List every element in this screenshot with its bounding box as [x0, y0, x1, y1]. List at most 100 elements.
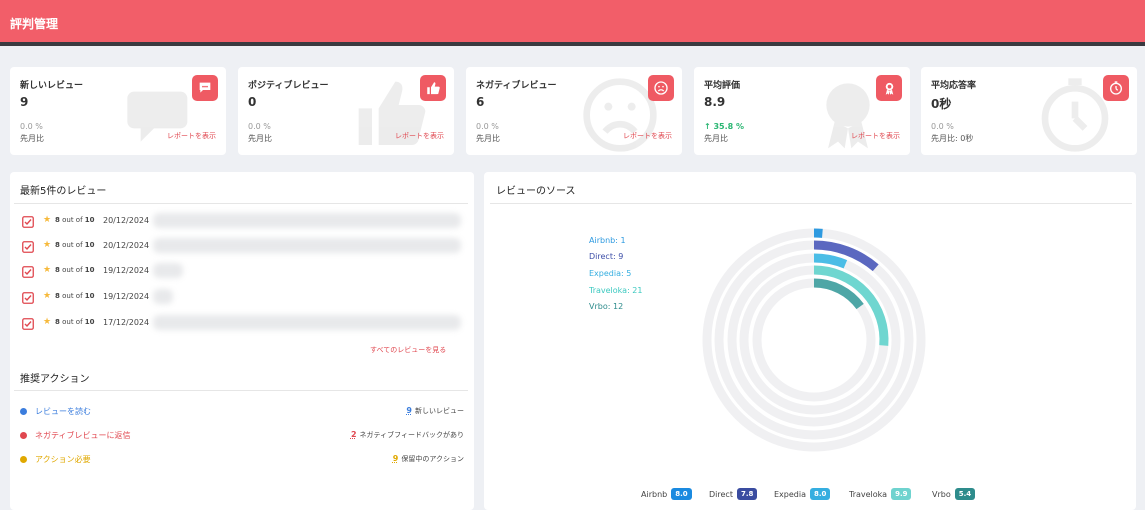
rating-pill: 8.0	[671, 488, 692, 500]
card-percent: 0.0 %	[20, 122, 43, 131]
award-icon-badge	[876, 75, 902, 101]
legend-direct: Direct: 9	[589, 252, 624, 261]
warning-icon	[20, 456, 27, 463]
card-percent: 0.0 %	[476, 122, 499, 131]
review-rating: 8 out of 10	[55, 318, 95, 326]
card-percent: 0.0 %	[248, 122, 271, 131]
sad-face-icon-badge	[648, 75, 674, 101]
review-date: 20/12/2024	[103, 216, 150, 225]
chat-icon	[199, 82, 211, 93]
card-label: 平均評価	[704, 81, 741, 91]
rating-pill: 5.4	[954, 488, 976, 500]
blurred-review-text	[153, 238, 461, 253]
view-report-link[interactable]: レポートを表示	[395, 131, 444, 141]
stat-card-average-rating: 平均評価 8.9 ↑ 35.8 % 先月比 レポートを表示	[694, 67, 910, 155]
review-rating: 8 out of 10	[55, 241, 95, 249]
rating-airbnb: Airbnb 8.0	[641, 488, 692, 500]
action-label: ネガティブレビューに返信	[35, 431, 131, 440]
star-icon: ★	[43, 291, 52, 301]
blurred-review-text	[153, 315, 461, 330]
star-icon: ★	[43, 317, 52, 327]
action-detail: 9 保留中のアクション	[392, 454, 464, 463]
rating-pill: 7.8	[736, 488, 758, 500]
blurred-review-text	[153, 213, 461, 228]
page-title: 評判管理	[10, 17, 59, 31]
card-label: ネガティブレビュー	[476, 81, 557, 91]
rating-expedia: Expedia 8.0	[774, 488, 831, 500]
checkbox-icon	[22, 292, 34, 304]
card-percent: 0.0 %	[931, 122, 954, 131]
action-required[interactable]: アクション必要 9 保留中のアクション	[20, 454, 464, 466]
card-percent-up: ↑ 35.8 %	[704, 122, 745, 131]
card-value: 6	[476, 95, 485, 109]
review-date: 19/12/2024	[103, 292, 150, 301]
award-icon	[885, 82, 893, 95]
star-icon: ★	[43, 215, 52, 225]
card-label: 新しいレビュー	[20, 81, 84, 91]
legend-vrbo: Vrbo: 12	[589, 302, 624, 311]
checkbox-icon	[22, 216, 34, 228]
radial-bar-chart	[702, 228, 926, 452]
action-label: レビューを読む	[35, 407, 91, 416]
legend-traveloka: Traveloka: 21	[589, 286, 643, 295]
action-detail: 2 ネガティブフィードバックがあり	[350, 430, 464, 439]
stat-card-positive-reviews: ポジティブレビュー 0 0.0 % 先月比 レポートを表示	[238, 67, 454, 155]
star-icon: ★	[43, 240, 52, 250]
stat-card-negative-reviews: ネガティブレビュー 6 0.0 % 先月比 レポートを表示	[466, 67, 682, 155]
recent-reviews-title: 最新5件のレビュー	[20, 186, 107, 197]
card-value: 0	[248, 95, 257, 109]
divider	[490, 203, 1132, 204]
view-report-link[interactable]: レポートを表示	[623, 131, 672, 141]
star-icon: ★	[43, 265, 52, 275]
thumbs-up-icon	[426, 81, 440, 94]
card-value: 9	[20, 95, 29, 109]
action-label: アクション必要	[35, 455, 91, 464]
bar-expedia	[813, 253, 848, 269]
rating-pill: 9.9	[891, 488, 912, 500]
review-row[interactable]: ★ 8 out of 10 19/12/2024	[22, 263, 462, 279]
blurred-review-text	[153, 289, 173, 304]
card-value: 0秒	[931, 97, 952, 111]
card-compare: 先月比	[20, 134, 44, 143]
review-row[interactable]: ★ 8 out of 10 20/12/2024	[22, 213, 462, 229]
rating-vrbo: Vrbo 5.4	[932, 488, 976, 500]
stat-card-average-response: 平均応答率 0秒 0.0 % 先月比: 0秒	[921, 67, 1137, 155]
view-report-link[interactable]: レポートを表示	[851, 131, 900, 141]
view-report-link[interactable]: レポートを表示	[167, 131, 216, 141]
review-row[interactable]: ★ 8 out of 10 17/12/2024	[22, 315, 462, 331]
checkbox-icon	[22, 266, 34, 278]
review-row[interactable]: ★ 8 out of 10 20/12/2024	[22, 238, 462, 254]
review-rating: 8 out of 10	[55, 216, 95, 224]
thumbs-up-icon-badge	[420, 75, 446, 101]
card-label: ポジティブレビュー	[248, 81, 329, 91]
review-date: 19/12/2024	[103, 266, 150, 275]
rating-pill: 8.0	[810, 488, 831, 500]
rating-traveloka: Traveloka 9.9	[849, 488, 912, 500]
timer-icon	[1110, 81, 1122, 95]
legend-airbnb: Airbnb: 1	[589, 236, 626, 245]
rating-direct: Direct 7.8	[709, 488, 758, 500]
action-reply-negative[interactable]: ネガティブレビューに返信 2 ネガティブフィードバックがあり	[20, 430, 464, 442]
checkbox-icon	[22, 241, 34, 253]
divider	[14, 390, 468, 391]
review-date: 17/12/2024	[103, 318, 150, 327]
blurred-review-text	[153, 263, 183, 278]
action-read-reviews[interactable]: レビューを読む 9 新しいレビュー	[20, 406, 464, 418]
legend-expedia: Expedia: 5	[589, 269, 632, 278]
track-airbnb	[702, 228, 926, 452]
review-date: 20/12/2024	[103, 241, 150, 250]
view-all-reviews-link[interactable]: すべてのレビューを見る	[370, 345, 446, 355]
review-row[interactable]: ★ 8 out of 10 19/12/2024	[22, 289, 462, 305]
timer-icon-badge	[1103, 75, 1129, 101]
chat-icon-badge	[192, 75, 218, 101]
review-rating: 8 out of 10	[55, 292, 95, 300]
card-compare: 先月比: 0秒	[931, 134, 974, 143]
card-compare: 先月比	[248, 134, 272, 143]
alert-icon	[20, 432, 27, 439]
recommended-actions-title: 推奨アクション	[20, 374, 90, 385]
review-sources-title: レビューのソース	[496, 186, 576, 197]
card-compare: 先月比	[704, 134, 728, 143]
checkbox-icon	[22, 318, 34, 330]
card-compare: 先月比	[476, 134, 500, 143]
divider	[14, 203, 468, 204]
